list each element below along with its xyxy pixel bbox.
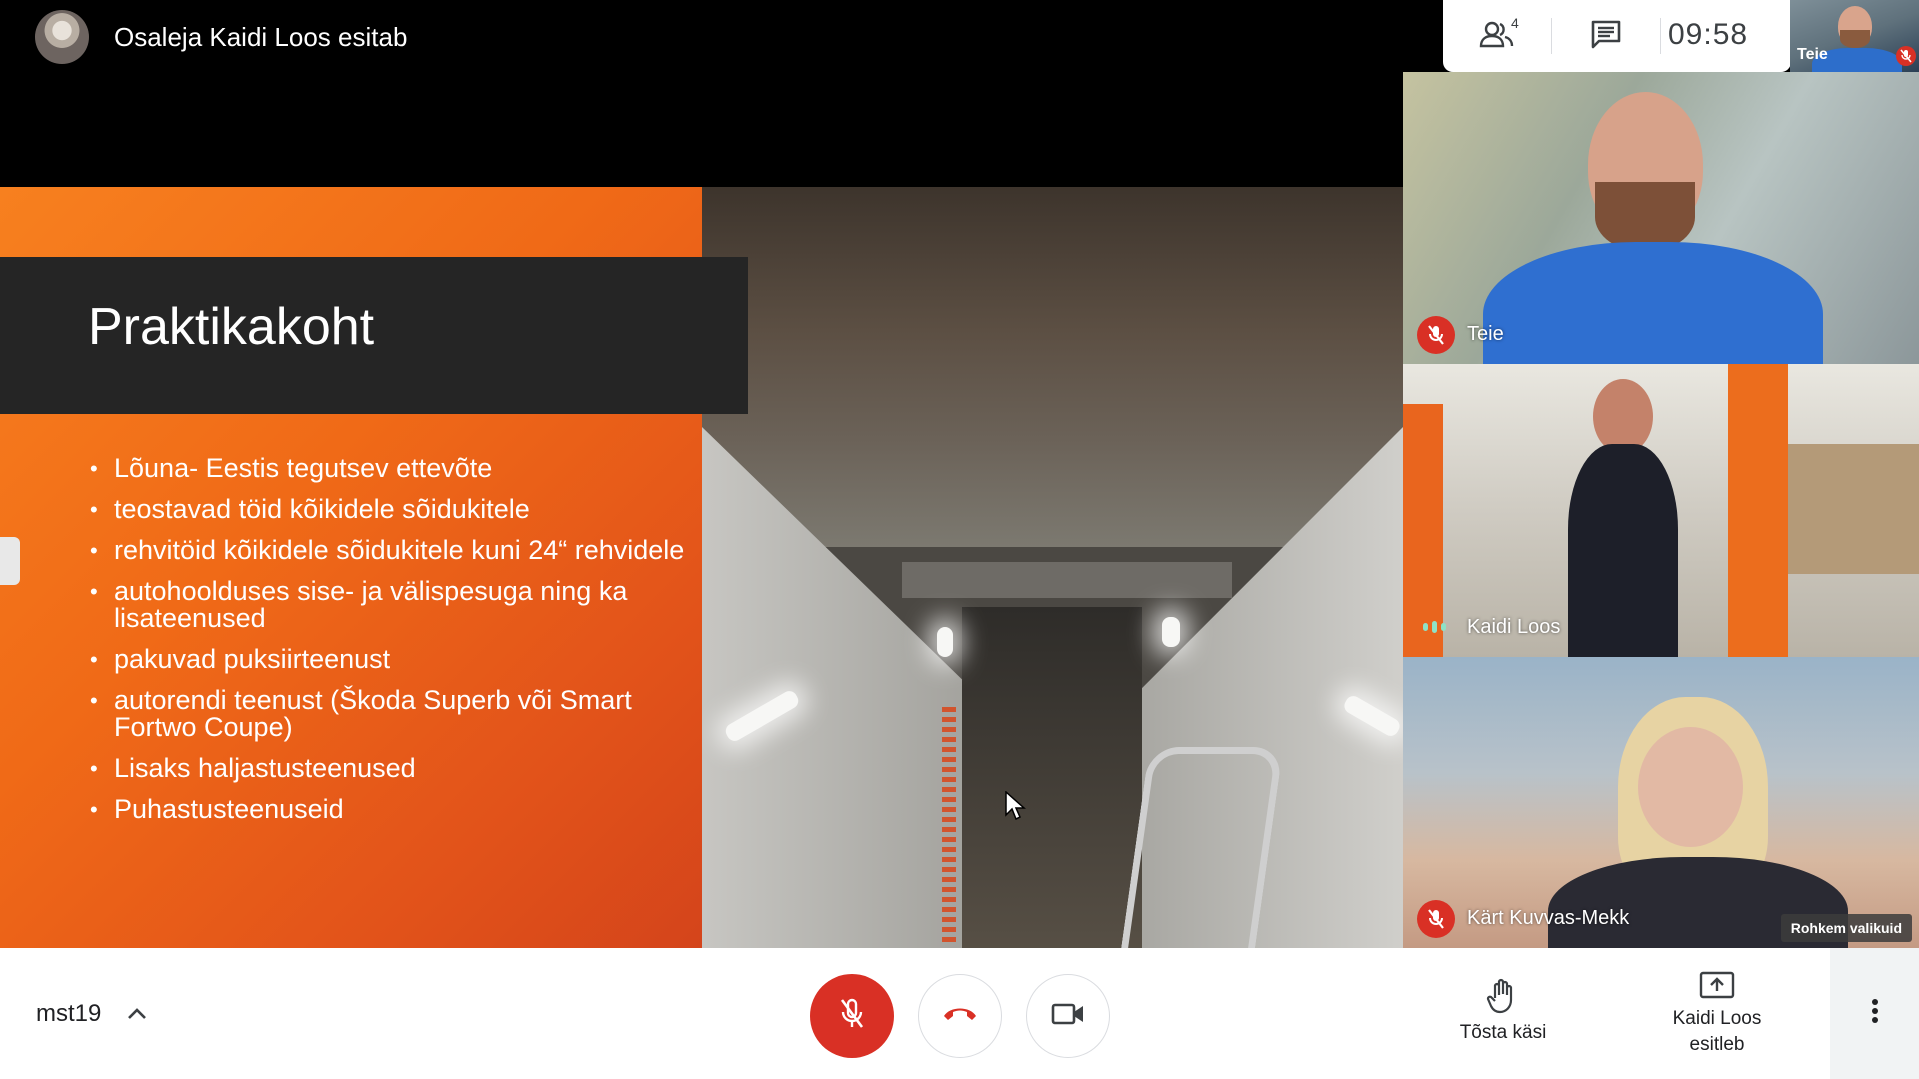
- slide-bullet: autorendi teenust (Škoda Superb või Smar…: [90, 687, 690, 741]
- presentation-slide: Praktikakoht Lõuna- Eestis tegutsev ette…: [0, 187, 1403, 977]
- people-icon: [1479, 20, 1515, 53]
- presentation-area: Praktikakoht Lõuna- Eestis tegutsev ette…: [0, 72, 1403, 977]
- participant-tile[interactable]: Kaidi Loos: [1403, 364, 1919, 657]
- slide-bullet: autohoolduses sise- ja välispesuga ning …: [90, 578, 690, 632]
- clock: 09:58: [1668, 18, 1749, 51]
- slide-bullet: Lisaks haljastusteenused: [90, 755, 690, 783]
- self-beard: [1840, 30, 1870, 48]
- self-label: Teie: [1797, 46, 1828, 63]
- participant-name: Kaidi Loos: [1467, 616, 1561, 638]
- presenting-name: Kaidi Loos: [1672, 1008, 1762, 1029]
- speaking-indicator-icon: [1423, 621, 1446, 633]
- participant-tile[interactable]: Teie: [1403, 72, 1919, 364]
- participant-name: Teie: [1467, 323, 1504, 345]
- side-panel-handle[interactable]: [0, 537, 20, 585]
- participant-face: [1638, 727, 1743, 847]
- participant-head: [1593, 379, 1653, 454]
- participants-button[interactable]: 4: [1443, 0, 1551, 72]
- pit-lamp: [937, 627, 953, 657]
- self-view-thumbnail[interactable]: Teie: [1790, 0, 1919, 72]
- participant-name: Kärt Kuvvas-Mekk: [1467, 907, 1630, 929]
- pit-floor: [962, 607, 1142, 977]
- mic-off-icon: [1896, 46, 1916, 66]
- participant-shirt: [1483, 242, 1823, 364]
- bottom-bar: mst19 Tõsta käsi Kaidi Loos esitleb: [0, 948, 1919, 1079]
- lift-beam: [902, 562, 1232, 598]
- chevron-up-icon[interactable]: [125, 1002, 149, 1031]
- air-hose: [942, 707, 956, 947]
- presenting-status: esitleb: [1689, 1034, 1745, 1055]
- more-options-tooltip: Rohkem valikuid: [1780, 914, 1912, 942]
- participant-tile[interactable]: Kärt Kuvvas-Mekk Rohkem valikuid: [1403, 657, 1919, 948]
- meeting-code[interactable]: mst19: [36, 1000, 101, 1028]
- present-screen-icon: [1642, 970, 1792, 1000]
- slide-bullet: pakuvad puksiirteenust: [90, 646, 690, 674]
- orange-pillar: [1728, 364, 1788, 657]
- slide-bullet: Puhastusteenuseid: [90, 796, 690, 824]
- microphone-toggle-button[interactable]: [810, 974, 894, 1058]
- pit-lamp: [1162, 617, 1180, 647]
- top-bar: Osaleja Kaidi Loos esitab 4 09:58 Teie: [0, 0, 1919, 72]
- leave-call-button[interactable]: [918, 974, 1002, 1058]
- hand-icon: [1428, 978, 1578, 1014]
- slide-bullet: teostavad töid kõikidele sõidukitele: [90, 496, 690, 524]
- divider: [1660, 18, 1661, 54]
- more-vert-icon: [1871, 998, 1879, 1029]
- video-camera-icon: [1051, 1002, 1085, 1031]
- orange-pillar: [1403, 404, 1443, 657]
- presentation-button[interactable]: Kaidi Loos esitleb: [1642, 970, 1792, 1058]
- slide-title: Praktikakoht: [88, 298, 375, 356]
- participant-count: 4: [1511, 15, 1519, 31]
- garage-pit-photo: [702, 187, 1403, 977]
- slide-bullet: Lõuna- Eestis tegutsev ettevõte: [90, 455, 690, 483]
- mic-off-icon: [838, 997, 866, 1036]
- raise-hand-button[interactable]: Tõsta käsi: [1428, 978, 1578, 1046]
- mic-off-icon: [1417, 900, 1455, 938]
- camera-toggle-button[interactable]: [1026, 974, 1110, 1058]
- presenter-title: Osaleja Kaidi Loos esitab: [114, 22, 408, 52]
- chat-icon: [1590, 19, 1622, 54]
- participant-body: [1568, 444, 1678, 657]
- phone-hangup-icon: [942, 1004, 978, 1029]
- bookshelf: [1788, 444, 1919, 574]
- mic-off-icon: [1417, 316, 1455, 354]
- slide-bullet-list: Lõuna- Eestis tegutsev ettevõte teostava…: [90, 455, 690, 837]
- car-underside: [702, 187, 1403, 547]
- chat-button[interactable]: [1552, 0, 1660, 72]
- more-options-button[interactable]: [1830, 948, 1919, 1079]
- slide-bullet: rehvitöid kõikidele sõidukitele kuni 24“…: [90, 537, 690, 565]
- raise-hand-label: Tõsta käsi: [1459, 1022, 1547, 1043]
- presenter-avatar: [35, 10, 89, 64]
